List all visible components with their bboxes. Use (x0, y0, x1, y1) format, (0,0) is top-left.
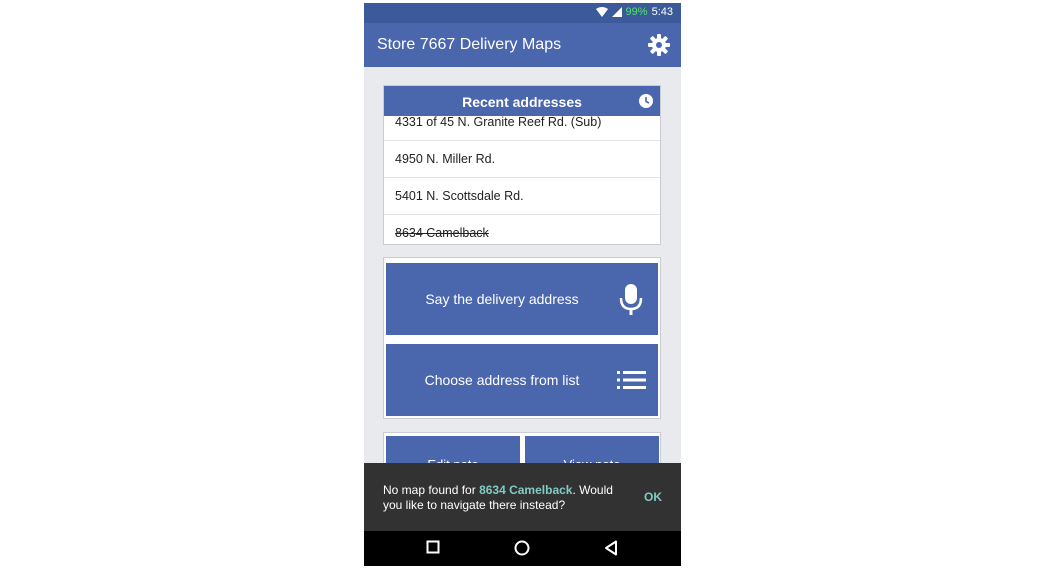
snackbar-address: 8634 Camelback (479, 483, 573, 497)
square-icon[interactable] (426, 540, 440, 554)
triangle-back-icon[interactable] (604, 540, 618, 556)
recent-addresses-header: Recent addresses (384, 86, 660, 116)
clock-icon[interactable] (638, 93, 654, 109)
list-icon (617, 371, 646, 389)
clock-time: 5:43 (651, 6, 673, 18)
app-title: Store 7667 Delivery Maps (377, 36, 562, 53)
snackbar: No map found for 8634 Camelback. Would y… (364, 463, 681, 531)
gear-icon[interactable] (647, 33, 671, 57)
circle-icon[interactable] (514, 540, 530, 556)
recent-addresses-list: 4331 of 45 N. Granite Reef Rd. (Sub) 495… (384, 104, 660, 244)
app-bar: Store 7667 Delivery Maps (364, 23, 681, 67)
signal-icon (611, 7, 622, 17)
address-input-card: Say the delivery address Choose address … (383, 257, 661, 419)
phone-screen: 99% 5:43 Store 7667 Delivery Maps Recent… (364, 3, 681, 566)
recent-addresses-title: Recent addresses (462, 94, 582, 110)
snackbar-ok-button[interactable]: OK (644, 490, 662, 504)
list-item[interactable]: 8634 Camelback (384, 215, 660, 244)
battery-level: 99% (625, 6, 648, 18)
microphone-icon (619, 284, 643, 315)
list-item[interactable]: 5401 N. Scottsdale Rd. (384, 178, 660, 215)
snackbar-message: No map found for 8634 Camelback. Would y… (383, 483, 613, 512)
wifi-icon (595, 7, 608, 17)
list-item[interactable]: 4950 N. Miller Rd. (384, 141, 660, 178)
recent-addresses-card: Recent addresses 4331 of 45 N. Granite R… (383, 85, 661, 245)
say-address-button[interactable]: Say the delivery address (386, 263, 658, 335)
status-bar: 99% 5:43 (364, 3, 681, 23)
choose-address-button[interactable]: Choose address from list (386, 344, 658, 416)
navigation-bar (364, 531, 681, 566)
